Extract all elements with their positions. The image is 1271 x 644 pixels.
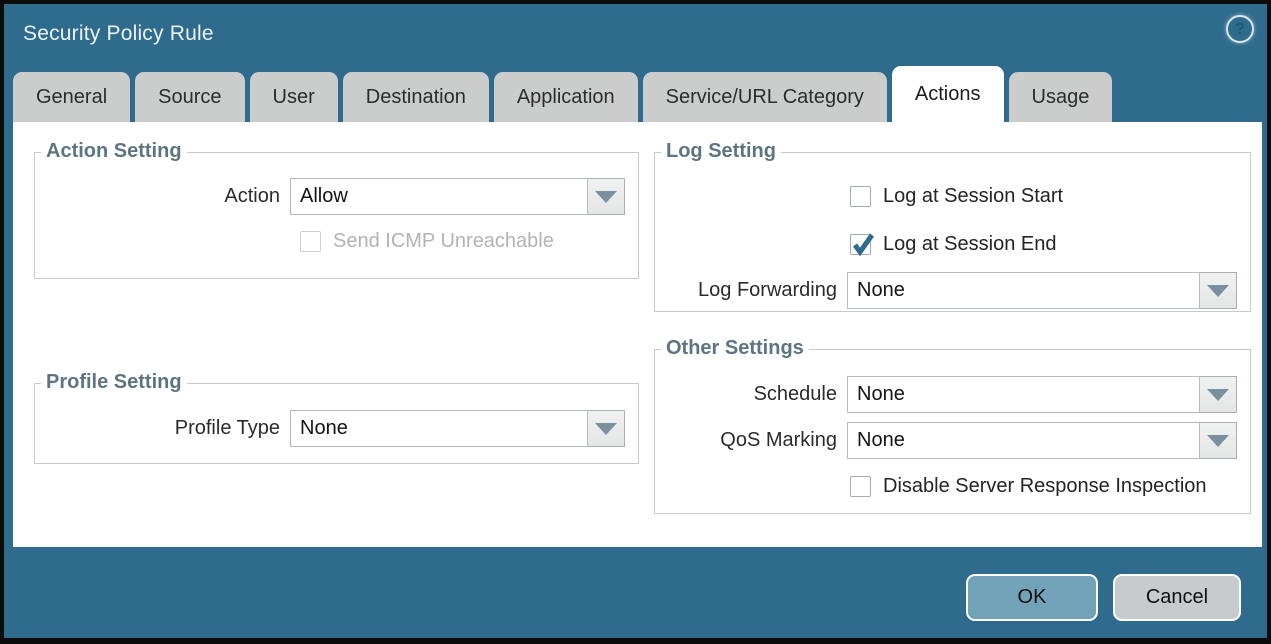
log-setting-legend: Log Setting xyxy=(661,140,781,163)
schedule-dropdown[interactable]: None xyxy=(847,376,1237,413)
chevron-down-icon[interactable] xyxy=(1200,376,1237,413)
chevron-down-icon[interactable] xyxy=(1200,272,1237,309)
disable-server-response-inspection-label: Disable Server Response Inspection xyxy=(883,475,1207,498)
log-setting-group: Log Setting Log at Session Start Log at … xyxy=(654,152,1251,312)
log-forwarding-dropdown-value: None xyxy=(847,272,1200,309)
security-policy-rule-dialog: Security Policy Rule ? General Source Us… xyxy=(0,0,1271,644)
triangle-glyph xyxy=(595,191,617,203)
action-setting-group: Action Setting Action Allow Send ICMP Un… xyxy=(34,152,639,279)
title-bar: Security Policy Rule ? xyxy=(4,4,1267,64)
profile-setting-group: Profile Setting Profile Type None xyxy=(34,383,639,464)
chevron-down-icon[interactable] xyxy=(588,410,625,447)
triangle-glyph xyxy=(1207,285,1229,297)
tab-application[interactable]: Application xyxy=(494,72,638,122)
dialog-title: Security Policy Rule xyxy=(23,22,214,46)
tab-usage[interactable]: Usage xyxy=(1009,72,1113,122)
actions-tab-panel: Action Setting Action Allow Send ICMP Un… xyxy=(13,122,1262,547)
log-session-end-label: Log at Session End xyxy=(883,233,1056,256)
profile-type-label: Profile Type xyxy=(45,417,290,440)
schedule-label: Schedule xyxy=(665,383,847,406)
log-session-end-checkbox[interactable] xyxy=(850,234,871,255)
qos-marking-dropdown[interactable]: None xyxy=(847,422,1237,459)
help-glyph: ? xyxy=(1235,19,1245,39)
send-icmp-unreachable-label: Send ICMP Unreachable xyxy=(333,230,554,253)
tab-destination[interactable]: Destination xyxy=(343,72,489,122)
other-settings-legend: Other Settings xyxy=(661,337,809,360)
help-icon[interactable]: ? xyxy=(1226,15,1254,43)
check-icon xyxy=(851,232,875,256)
profile-setting-legend: Profile Setting xyxy=(41,371,187,394)
log-forwarding-dropdown[interactable]: None xyxy=(847,272,1237,309)
tab-bar: General Source User Destination Applicat… xyxy=(13,64,1258,122)
action-setting-legend: Action Setting xyxy=(41,140,187,163)
log-session-start-label: Log at Session Start xyxy=(883,185,1063,208)
action-dropdown-value: Allow xyxy=(290,178,588,215)
qos-marking-dropdown-value: None xyxy=(847,422,1200,459)
profile-type-dropdown[interactable]: None xyxy=(290,410,625,447)
ok-button[interactable]: OK xyxy=(966,574,1098,621)
triangle-glyph xyxy=(595,423,617,435)
tab-actions[interactable]: Actions xyxy=(892,66,1004,122)
qos-marking-label: QoS Marking xyxy=(665,429,847,452)
action-label: Action xyxy=(45,185,290,208)
chevron-down-icon[interactable] xyxy=(588,178,625,215)
tab-service-url-category[interactable]: Service/URL Category xyxy=(643,72,887,122)
tab-source[interactable]: Source xyxy=(135,72,244,122)
triangle-glyph xyxy=(1207,389,1229,401)
disable-server-response-inspection-checkbox[interactable] xyxy=(850,476,871,497)
tab-user[interactable]: User xyxy=(250,72,338,122)
triangle-glyph xyxy=(1207,435,1229,447)
profile-type-dropdown-value: None xyxy=(290,410,588,447)
cancel-button[interactable]: Cancel xyxy=(1113,574,1241,621)
log-session-start-checkbox[interactable] xyxy=(850,186,871,207)
send-icmp-unreachable-checkbox xyxy=(300,231,321,252)
other-settings-group: Other Settings Schedule None QoS Marking… xyxy=(654,349,1251,514)
log-forwarding-label: Log Forwarding xyxy=(665,279,847,302)
tab-general[interactable]: General xyxy=(13,72,130,122)
action-dropdown[interactable]: Allow xyxy=(290,178,625,215)
schedule-dropdown-value: None xyxy=(847,376,1200,413)
chevron-down-icon[interactable] xyxy=(1200,422,1237,459)
